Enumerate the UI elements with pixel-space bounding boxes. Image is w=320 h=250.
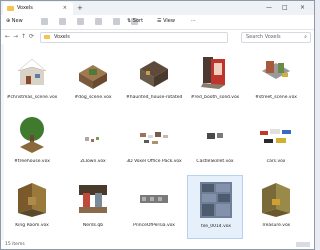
view-button[interactable]: ☰ View <box>157 18 175 24</box>
file-item[interactable]: cars.vox <box>248 111 304 175</box>
file-name: #dog_scene.vox <box>74 95 112 100</box>
maximize-button[interactable]: □ <box>282 4 288 11</box>
address-bar[interactable]: Voxels <box>40 32 228 43</box>
new-button[interactable]: ⊕ New <box>6 18 23 24</box>
file-name: #haunted_house-rotated.vox <box>126 95 182 100</box>
street-scene-icon <box>262 61 290 79</box>
minimize-button[interactable]: — <box>266 4 272 11</box>
king-room-icon <box>18 183 46 217</box>
small-town-icon <box>85 137 99 142</box>
forward-button[interactable]: → <box>13 33 18 40</box>
back-button[interactable]: ← <box>5 33 10 40</box>
up-button[interactable]: ↑ <box>21 33 26 40</box>
treasure-icon <box>262 183 290 217</box>
status-bar: 15 items <box>1 241 314 249</box>
file-item[interactable]: #treehouse.vox <box>4 111 60 175</box>
treehouse-icon <box>20 117 44 153</box>
file-name: cars.vox <box>266 159 286 164</box>
file-item[interactable]: #red_booth_solid.vox <box>187 47 243 111</box>
file-grid: #christmas_scene.vox #dog_scene.vox #hau… <box>4 44 314 240</box>
castle-icon <box>207 133 223 139</box>
file-name: 2LTown.vox <box>80 159 106 164</box>
share-icon[interactable] <box>113 18 120 25</box>
title-bar: Voxels × + — □ × <box>1 1 314 15</box>
red-booth-icon <box>201 57 225 89</box>
file-name: #street_scene.vox <box>255 95 297 100</box>
rename-icon[interactable] <box>95 18 102 25</box>
file-name: 3D Voxel Office Pack.vox <box>126 159 182 164</box>
address-bar-row: ← → ↑ ⟳ Voxels Search Voxels ⌕ <box>1 30 314 43</box>
haunted-house-icon <box>140 61 168 87</box>
item-count: 15 items <box>5 242 25 247</box>
file-name: tile_0014.vox <box>200 224 232 229</box>
file-name: #christmas_scene.vox <box>6 95 58 100</box>
file-item-selected[interactable]: tile_0014.vox <box>187 175 243 239</box>
cut-icon[interactable] <box>41 18 48 25</box>
tile-icon <box>200 182 232 218</box>
file-name: #treehouse.vox <box>14 159 50 164</box>
file-item[interactable]: #haunted_house-rotated.vox <box>126 47 182 111</box>
new-tab-button[interactable]: + <box>77 4 83 12</box>
sort-button[interactable]: ⇅ Sort <box>127 18 143 24</box>
breadcrumb[interactable]: Voxels <box>54 34 70 40</box>
sort-label: Sort <box>132 18 144 24</box>
nerds-icon <box>79 185 107 213</box>
dog-scene-icon <box>79 65 107 89</box>
search-box[interactable]: Search Voxels ⌕ <box>241 32 311 43</box>
folder-icon <box>7 6 14 11</box>
file-item[interactable]: #christmas_scene.vox <box>4 47 60 111</box>
new-label: New <box>11 18 23 24</box>
file-item[interactable]: 3D Voxel Office Pack.vox <box>126 111 182 175</box>
folder-icon <box>44 35 50 39</box>
file-name: King Room.vox <box>15 223 49 228</box>
file-name: Nerds.qb <box>82 223 104 228</box>
search-icon: ⌕ <box>304 34 307 40</box>
file-item[interactable]: Treasure.vox <box>248 175 304 239</box>
file-name: #red_booth_solid.vox <box>190 95 240 100</box>
file-name: PrinceOfPersia.vox <box>133 223 175 228</box>
file-item[interactable]: Nerds.qb <box>65 175 121 239</box>
tab-title: Voxels <box>17 5 33 11</box>
file-item[interactable]: PrinceOfPersia.vox <box>126 175 182 239</box>
file-item[interactable]: King Room.vox <box>4 175 60 239</box>
copy-icon[interactable] <box>59 18 66 25</box>
file-item[interactable]: CastleSkillet.vox <box>187 111 243 175</box>
cars-icon <box>260 129 291 143</box>
close-button[interactable]: × <box>300 4 305 11</box>
tab-close-icon[interactable]: × <box>63 5 67 11</box>
file-explorer-window: Voxels × + — □ × ⊕ New ⇅ Sort ☰ View ···… <box>0 0 315 250</box>
file-item[interactable]: 2LTown.vox <box>65 111 121 175</box>
file-item[interactable]: #dog_scene.vox <box>65 47 121 111</box>
prince-icon <box>140 195 168 203</box>
command-bar: ⊕ New ⇅ Sort ☰ View ··· <box>1 15 314 30</box>
refresh-button[interactable]: ⟳ <box>29 33 34 40</box>
view-toggle-icons[interactable] <box>296 242 310 247</box>
house-scene-icon <box>17 58 47 85</box>
file-name: CastleSkillet.vox <box>196 159 234 164</box>
view-label: View <box>163 18 175 24</box>
search-input[interactable]: Search Voxels <box>246 34 281 40</box>
file-name: Treasure.vox <box>261 223 291 228</box>
file-item[interactable]: #street_scene.vox <box>248 47 304 111</box>
more-button[interactable]: ··· <box>191 18 196 24</box>
office-pack-icon <box>140 132 168 144</box>
tab-voxels[interactable]: Voxels × <box>3 2 73 15</box>
paste-icon[interactable] <box>77 18 84 25</box>
